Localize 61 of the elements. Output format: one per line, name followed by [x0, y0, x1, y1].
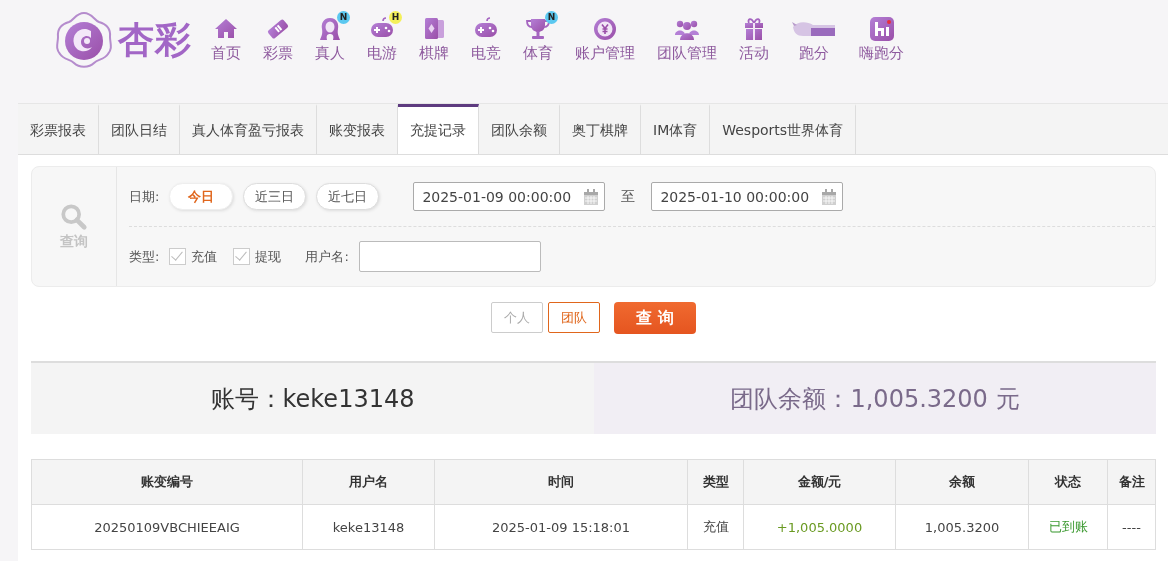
column-header: 余额	[895, 459, 1029, 505]
report-tab[interactable]: 充提记录	[398, 104, 479, 154]
username-label: 用户名:	[305, 247, 349, 266]
date-field[interactable]: 2025-01-09 00:00:00	[413, 182, 606, 211]
table-cell: 充值	[687, 504, 744, 550]
column-header: 用户名	[302, 459, 435, 505]
column-header: 金额/元	[743, 459, 896, 505]
table-cell: 已到账	[1028, 504, 1108, 550]
calendar-icon	[822, 188, 837, 205]
table-cell: +1,005.0000	[743, 504, 896, 550]
nav-link[interactable]: 团队管理	[646, 10, 728, 63]
report-tab[interactable]: IM体育	[641, 104, 711, 154]
nav-link[interactable]: N 真人	[304, 10, 356, 63]
team-balance-summary: 团队余额：1,005.3200 元	[594, 363, 1156, 434]
type-checkbox[interactable]: 提现	[233, 247, 282, 266]
coin-icon	[592, 16, 618, 42]
date-range-button[interactable]: 近三日	[243, 183, 307, 210]
date-label: 日期:	[129, 187, 160, 206]
nav-link[interactable]: 彩票	[252, 10, 304, 63]
new-badge: N	[337, 11, 350, 24]
flower-emblem-icon	[54, 10, 114, 70]
nav-link[interactable]: 跑分	[780, 10, 848, 63]
column-header: 类型	[687, 459, 744, 505]
logo-text: 杏彩	[118, 16, 192, 62]
new-badge: H	[389, 11, 402, 24]
nav-link[interactable]: H 电游	[356, 10, 408, 63]
nav-link[interactable]: 棋牌	[408, 10, 460, 63]
nav-link[interactable]: 首页	[200, 10, 252, 63]
table-cell: 1,005.3200	[895, 504, 1029, 550]
type-label: 类型:	[129, 247, 160, 266]
date-range-button[interactable]: 近七日	[316, 183, 380, 210]
column-header: 状态	[1028, 459, 1108, 505]
nav-link[interactable]: 账户管理	[564, 10, 646, 63]
report-tab[interactable]: 真人体育盈亏报表	[180, 104, 317, 154]
date-field[interactable]: 2025-01-10 00:00:00	[651, 182, 844, 211]
type-checkbox[interactable]: 充值	[169, 247, 218, 266]
column-header: 账变编号	[31, 459, 303, 505]
nav-link[interactable]: N 体育	[512, 10, 564, 63]
table-cell: ----	[1107, 504, 1156, 550]
report-tab[interactable]: 彩票报表	[18, 104, 99, 154]
table-cell: keke13148	[302, 504, 435, 550]
nav-link[interactable]: 嗨跑分	[848, 10, 915, 63]
nav-link[interactable]: 活动	[728, 10, 780, 63]
table-cell: 2025-01-09 15:18:01	[434, 504, 688, 550]
report-tab[interactable]: 团队日结	[99, 104, 180, 154]
app-icon	[868, 16, 895, 42]
new-badge: N	[545, 11, 558, 24]
to-label: 至	[621, 187, 636, 206]
report-tab[interactable]: 团队余额	[479, 104, 560, 154]
nav-link[interactable]: 电竞	[460, 10, 512, 63]
table-cell: 20250109VBCHIEEAIG	[31, 504, 303, 550]
column-header: 时间	[434, 459, 688, 505]
search-icon	[60, 202, 88, 231]
date-range-button[interactable]: 今日	[169, 183, 234, 210]
report-tab[interactable]: 奥丁棋牌	[560, 104, 641, 154]
report-tab[interactable]: Wesports世界体育	[710, 104, 857, 154]
column-header: 备注	[1107, 459, 1156, 505]
calendar-icon	[584, 188, 599, 205]
scope-button[interactable]: 团队	[548, 302, 600, 333]
username-field[interactable]	[358, 241, 541, 272]
account-summary: 账号：keke13148	[31, 363, 594, 434]
